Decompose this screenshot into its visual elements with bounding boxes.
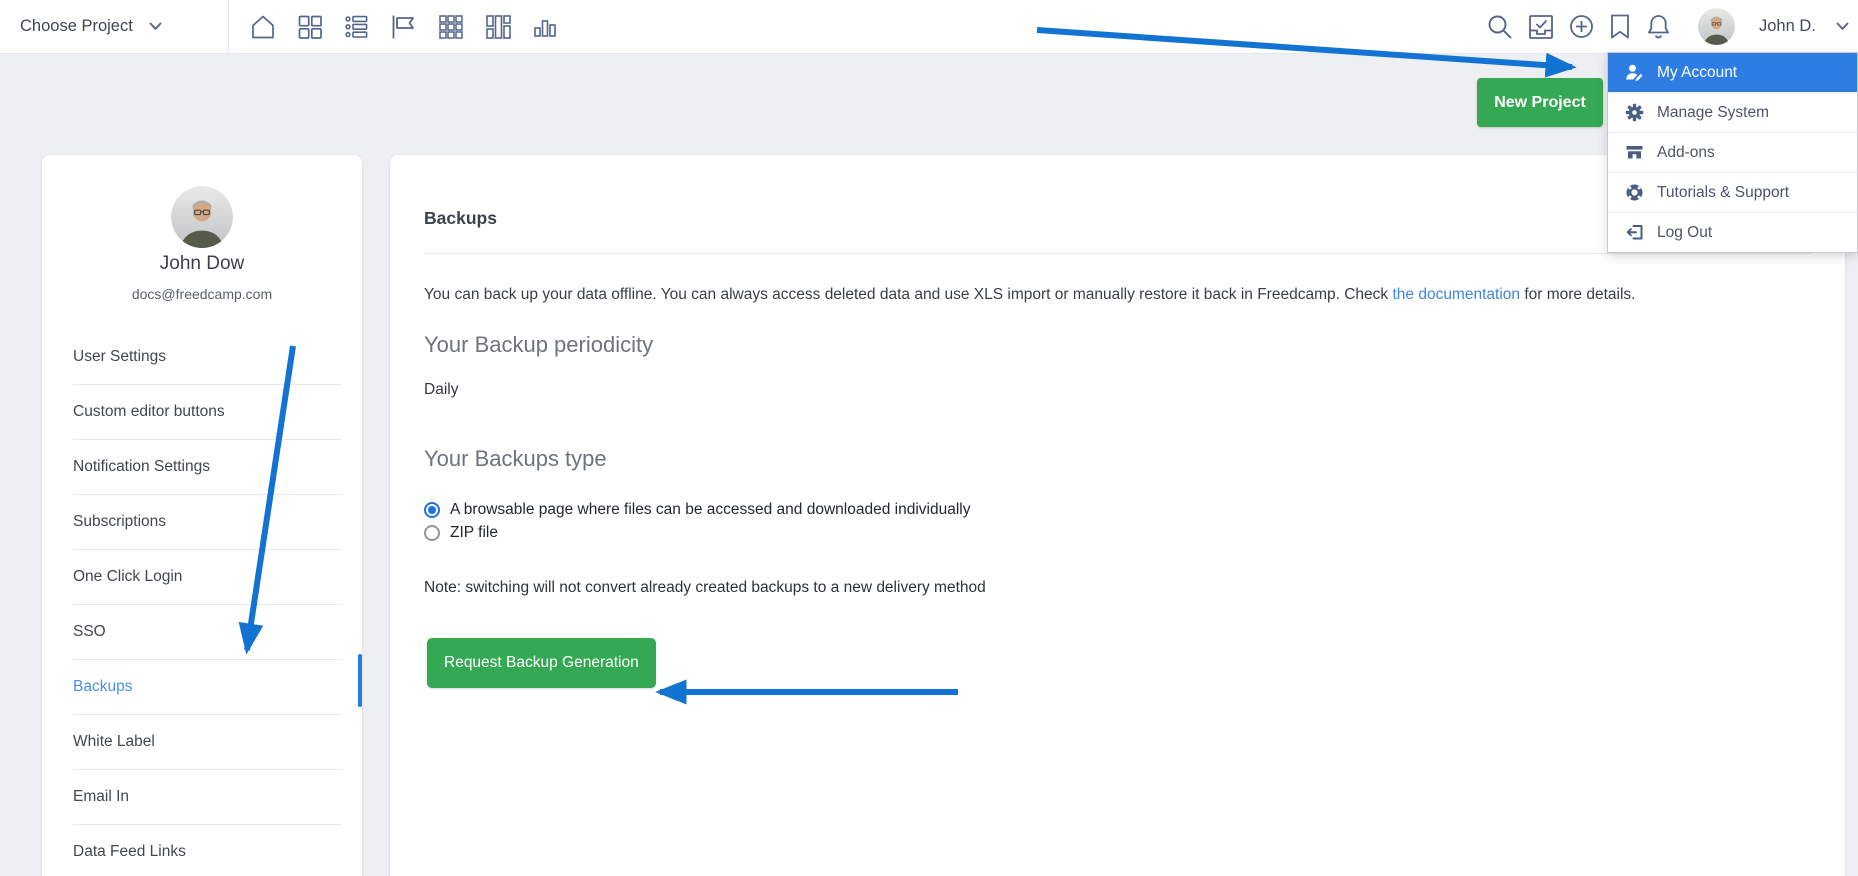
option-browsable-page[interactable]: A browsable page where files can be acce… xyxy=(424,498,1811,521)
profile-email: docs@freedcamp.com xyxy=(42,286,362,302)
user-chevron-down-icon[interactable] xyxy=(1836,22,1849,31)
notifications-bell-icon[interactable] xyxy=(1644,12,1673,41)
user-name[interactable]: John D. xyxy=(1759,17,1816,36)
settings-sidebar: John Dow docs@freedcamp.com User Setting… xyxy=(42,155,362,876)
sidebar-item-subscriptions[interactable]: Subscriptions xyxy=(73,495,342,550)
sidebar-item-sso[interactable]: SSO xyxy=(73,605,342,660)
option-label: ZIP file xyxy=(450,524,498,542)
logout-icon xyxy=(1625,223,1644,242)
store-icon xyxy=(1625,143,1644,162)
apps-grid-icon[interactable] xyxy=(437,13,465,41)
topbar-actions: John D. xyxy=(1485,0,1849,53)
profile-name: John Dow xyxy=(42,253,362,275)
project-selector-label: Choose Project xyxy=(20,17,133,36)
user-avatar[interactable] xyxy=(1698,8,1735,45)
kanban-board-icon[interactable] xyxy=(484,13,512,41)
search-icon[interactable] xyxy=(1485,12,1515,42)
milestones-flag-icon[interactable] xyxy=(390,13,418,41)
home-icon[interactable] xyxy=(249,13,277,41)
dashboard-grid-icon[interactable] xyxy=(296,13,324,41)
profile-avatar xyxy=(171,186,233,248)
radio-zip-file[interactable] xyxy=(424,525,440,541)
menu-item-tutorials-support[interactable]: Tutorials & Support xyxy=(1608,172,1857,212)
sidebar-item-custom-editor-buttons[interactable]: Custom editor buttons xyxy=(73,385,342,440)
chevron-down-icon xyxy=(149,22,162,31)
sidebar-item-email-in[interactable]: Email In xyxy=(73,770,342,825)
sidebar-item-data-feed-links[interactable]: Data Feed Links xyxy=(73,825,342,876)
top-bar: Choose Project John D. xyxy=(0,0,1858,54)
bookmarks-icon[interactable] xyxy=(1607,12,1633,41)
backups-intro: You can back up your data offline. You c… xyxy=(424,278,1669,311)
gear-icon xyxy=(1625,103,1644,122)
sidebar-item-one-click-login[interactable]: One Click Login xyxy=(73,550,342,605)
switch-note: Note: switching will not convert already… xyxy=(424,579,1811,597)
periodicity-heading: Your Backup periodicity xyxy=(424,332,1811,358)
menu-item-label: Log Out xyxy=(1657,224,1712,242)
backup-type-options: A browsable page where files can be acce… xyxy=(424,498,1811,544)
option-zip-file[interactable]: ZIP file xyxy=(424,521,1811,544)
backup-type-heading: Your Backups type xyxy=(424,446,1811,472)
sidebar-item-backups[interactable]: Backups xyxy=(73,660,342,715)
menu-item-label: Tutorials & Support xyxy=(1657,184,1789,202)
intro-text: You can back up your data offline. You c… xyxy=(424,286,1392,303)
user-edit-icon xyxy=(1625,63,1644,82)
menu-item-label: Manage System xyxy=(1657,104,1769,122)
request-backup-button[interactable]: Request Backup Generation xyxy=(427,638,656,688)
sidebar-item-notification-settings[interactable]: Notification Settings xyxy=(73,440,342,495)
sidebar-item-white-label[interactable]: White Label xyxy=(73,715,342,770)
backups-panel: Backups You can back up your data offlin… xyxy=(390,155,1845,876)
topbar-divider xyxy=(228,0,229,53)
project-selector[interactable]: Choose Project xyxy=(20,0,162,53)
quick-add-icon[interactable] xyxy=(1567,12,1596,41)
radio-browsable-page[interactable] xyxy=(424,502,440,518)
main-navigation xyxy=(249,0,559,53)
my-tasks-icon[interactable] xyxy=(1526,12,1556,42)
active-item-indicator xyxy=(358,654,362,707)
help-ring-icon xyxy=(1625,183,1644,202)
menu-item-log-out[interactable]: Log Out xyxy=(1608,212,1857,252)
option-label: A browsable page where files can be acce… xyxy=(450,501,970,519)
tasks-list-icon[interactable] xyxy=(343,13,371,41)
menu-item-label: My Account xyxy=(1657,64,1737,82)
sidebar-item-user-settings[interactable]: User Settings xyxy=(73,330,342,385)
menu-item-manage-system[interactable]: Manage System xyxy=(1608,92,1857,132)
menu-item-add-ons[interactable]: Add-ons xyxy=(1608,132,1857,172)
page-title: Backups xyxy=(424,155,1811,228)
new-project-button[interactable]: New Project xyxy=(1477,78,1603,127)
title-divider xyxy=(424,253,1811,254)
menu-item-label: Add-ons xyxy=(1657,144,1715,162)
user-account-menu: My Account Manage System Add-ons Tutoria… xyxy=(1607,52,1858,253)
settings-menu: User Settings Custom editor buttons Noti… xyxy=(73,330,342,876)
freedcamp-app: Choose Project John D. New Proje xyxy=(0,0,1858,876)
reports-chart-icon[interactable] xyxy=(531,13,559,41)
intro-suffix: for more details. xyxy=(1520,286,1635,303)
documentation-link[interactable]: the documentation xyxy=(1392,286,1520,303)
periodicity-value: Daily xyxy=(424,381,1811,399)
menu-item-my-account[interactable]: My Account xyxy=(1608,53,1857,92)
